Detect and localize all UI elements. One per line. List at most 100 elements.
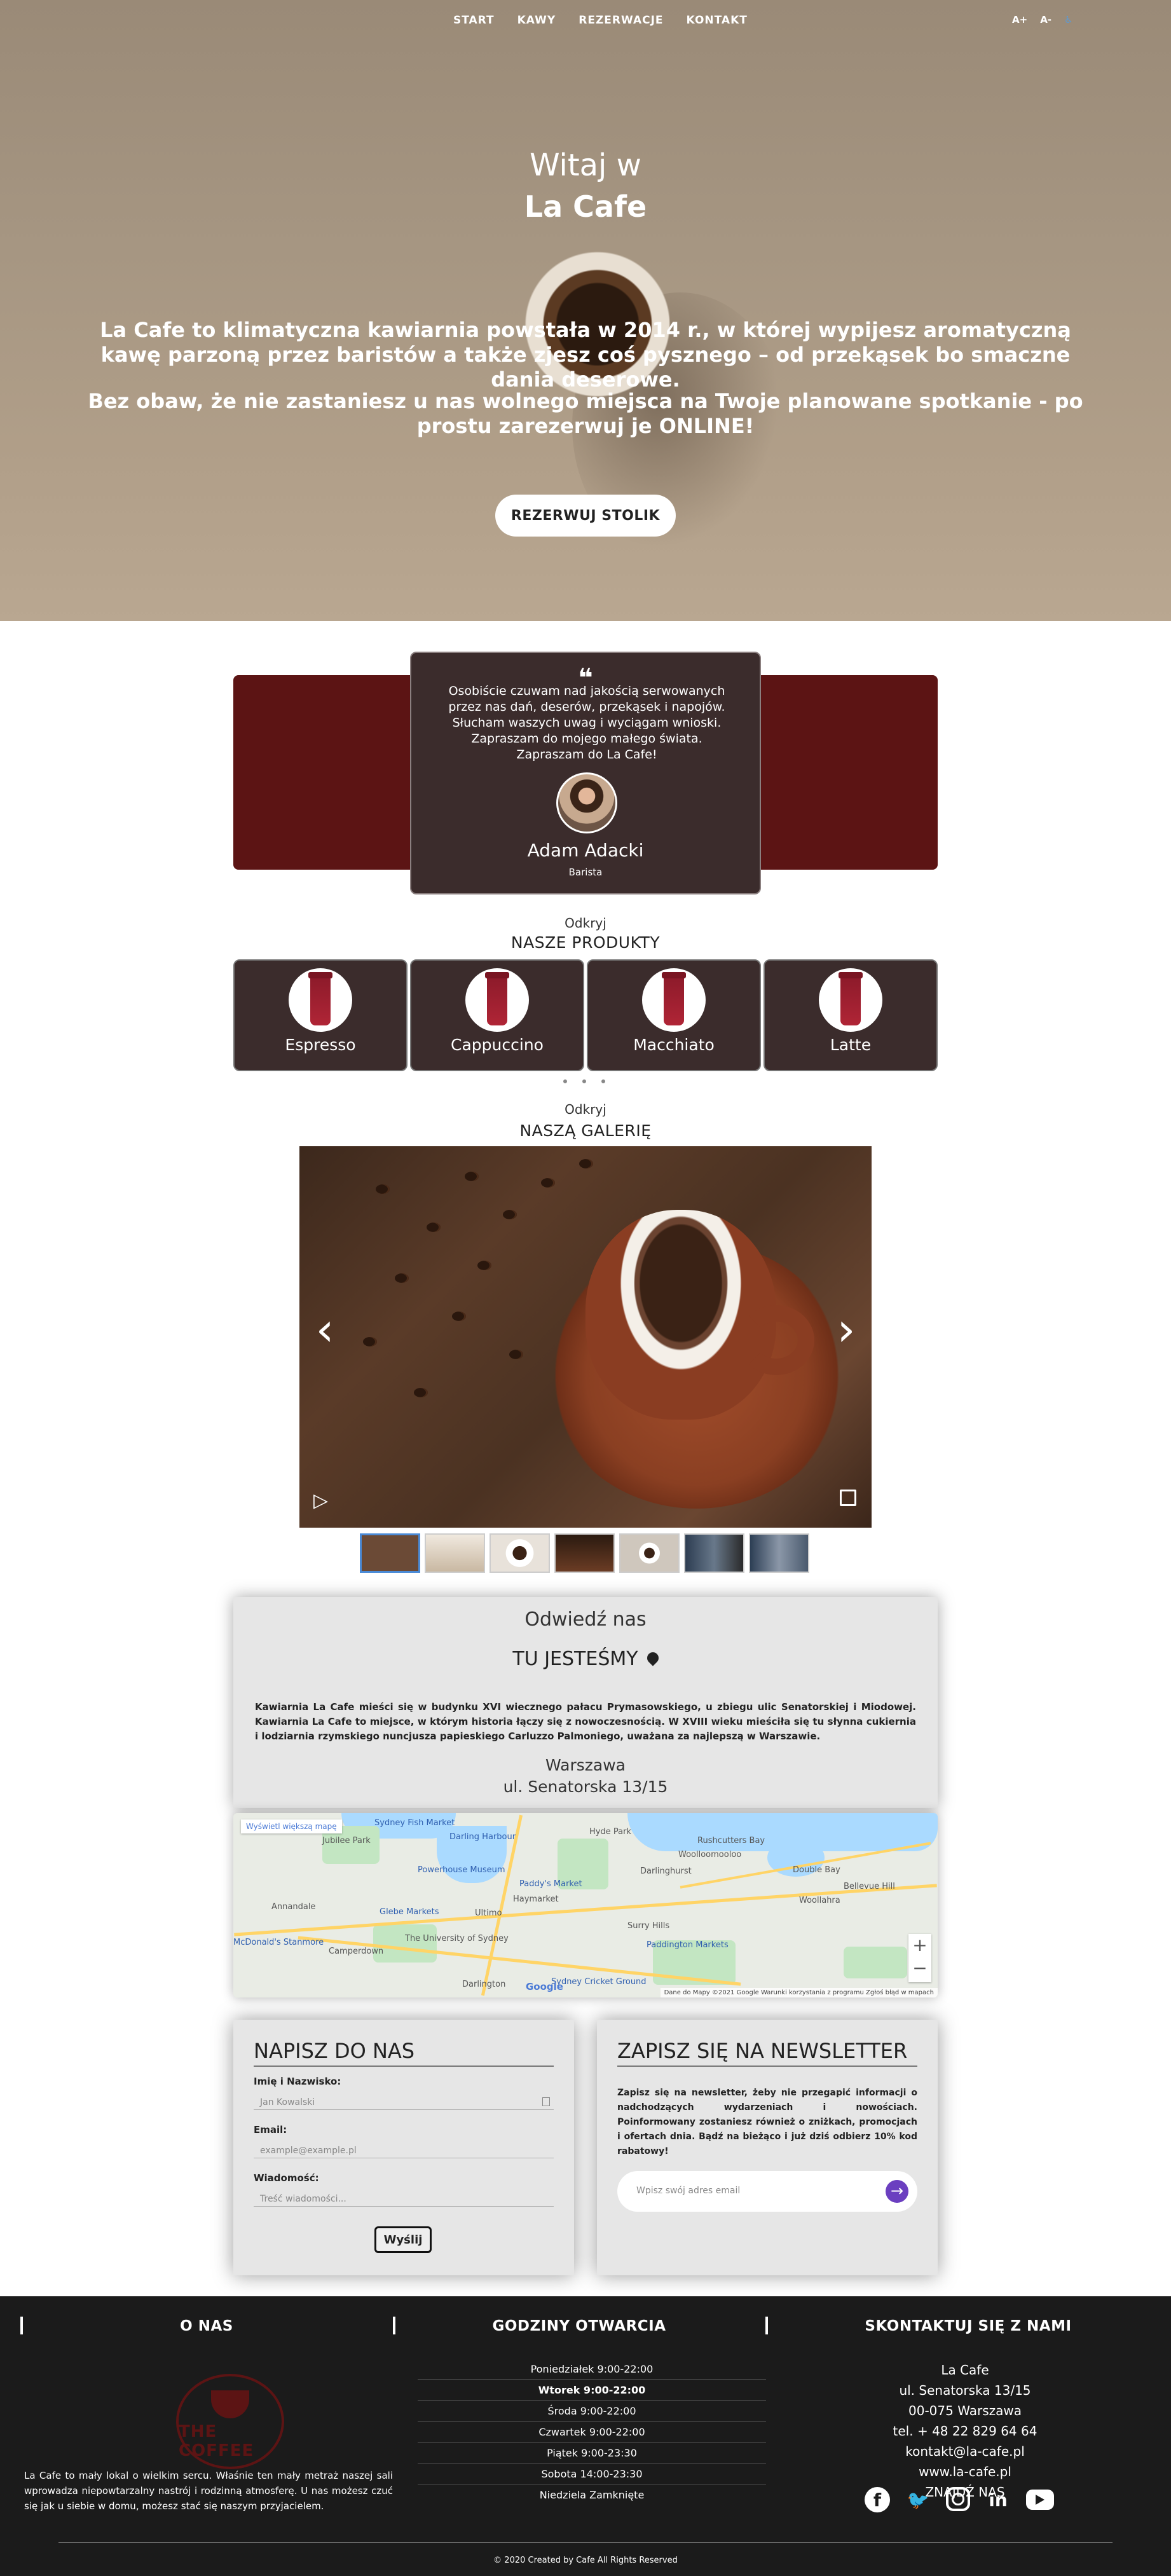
map-label: Woolloomooloo xyxy=(678,1850,742,1860)
coffee-bean xyxy=(395,1273,409,1283)
visit-subtitle-row: TU JESTEŚMY xyxy=(233,1648,938,1670)
map-zoom-out-button[interactable]: − xyxy=(908,1957,931,1980)
barista-avatar xyxy=(556,772,617,833)
gallery-next-icon[interactable]: › xyxy=(833,1306,859,1352)
testimonial-text: Osobiście czuwam nad jakością serwowanyc… xyxy=(448,684,725,762)
copyright: © 2020 Created by Cafe All Rights Reserv… xyxy=(493,2556,678,2565)
product-name: Cappuccino xyxy=(451,1036,544,1054)
hero-title-line2: La Cafe xyxy=(524,189,647,224)
hero-paragraph-2: Bez obaw, że nie zastaniesz u nas wolneg… xyxy=(88,389,1083,438)
product-card-espresso[interactable]: Espresso xyxy=(233,959,407,1071)
gallery-thumbnail[interactable] xyxy=(749,1533,809,1573)
gallery-play-icon[interactable]: ▷ xyxy=(313,1490,328,1512)
font-smaller-button[interactable]: A- xyxy=(1040,14,1051,25)
map-road xyxy=(234,1884,937,1936)
gallery-thumbnail[interactable] xyxy=(490,1533,550,1573)
map-zoom-controls: + − xyxy=(908,1934,931,1982)
gallery-thumbnail[interactable] xyxy=(554,1533,615,1573)
carousel-dots xyxy=(563,1079,605,1083)
youtube-icon[interactable] xyxy=(1026,2490,1054,2510)
newsletter-card: ZAPISZ SIĘ NA NEWSLETTER Zapisz się na n… xyxy=(597,2020,938,2275)
map-label: Darlinghurst xyxy=(640,1867,692,1876)
enlarge-map-link[interactable]: Wyświetl większą mapę xyxy=(241,1819,342,1833)
visit-title: Odwiedź nas xyxy=(524,1608,647,1631)
hours-row: Sobota 14:00-23:30 xyxy=(418,2463,766,2484)
facebook-icon[interactable]: f xyxy=(865,2487,890,2512)
linkedin-icon[interactable]: in xyxy=(985,2487,1011,2512)
coffee-bean xyxy=(427,1223,441,1232)
footer-hours-title: GODZINY OTWARCIA xyxy=(492,2318,666,2334)
top-navigation: START KAWY REZERWACJE KONTAKT A+ A- ♿ xyxy=(0,14,1171,33)
gallery-subtitle: Odkryj xyxy=(565,1102,606,1117)
nav-links: START KAWY REZERWACJE KONTAKT xyxy=(453,14,748,27)
visit-description: Kawiarnia La Cafe mieści się w budynku X… xyxy=(255,1701,916,1742)
testimonial-name: Adam Adacki xyxy=(527,840,644,861)
contact-phone[interactable]: tel. + 48 22 829 64 64 xyxy=(760,2421,1170,2441)
gallery-slideshow: ‹ › ▷ xyxy=(299,1146,872,1528)
arrow-right-icon[interactable]: → xyxy=(886,2180,908,2203)
message-input[interactable]: Treść wiadomości... xyxy=(254,2186,554,2207)
hours-row: Niedziela Zamknięte xyxy=(539,2489,645,2501)
coffee-bean xyxy=(452,1312,466,1321)
accessibility-icon[interactable]: ♿ xyxy=(1064,14,1072,25)
map-label: Haymarket xyxy=(513,1894,559,1904)
gallery-fullscreen-icon[interactable] xyxy=(840,1490,856,1506)
send-button[interactable]: Wyślij xyxy=(374,2226,432,2253)
testimonial-role: Barista xyxy=(568,867,603,878)
map-attribution[interactable]: Dane do Mapy ©2021 Google Warunki korzys… xyxy=(660,1988,938,1997)
instagram-icon[interactable] xyxy=(946,2487,970,2511)
product-name: Latte xyxy=(830,1036,872,1054)
name-input[interactable]: Jan Kowalski xyxy=(254,2090,554,2110)
map-park xyxy=(373,1924,437,1963)
contact-email[interactable]: kontakt@la-cafe.pl xyxy=(760,2441,1170,2462)
reserve-table-button[interactable]: REZERWUJ STOLIK xyxy=(495,495,676,537)
coffee-bean xyxy=(414,1388,428,1397)
product-cup-icon xyxy=(289,968,352,1032)
embedded-map[interactable]: Wyświetl większą mapę Sydney Fish Market… xyxy=(233,1813,938,1997)
hours-row: Piątek 9:00-23:30 xyxy=(418,2442,766,2463)
gallery-prev-icon[interactable]: ‹ xyxy=(312,1306,338,1352)
newsletter-email-input[interactable]: Wpisz swój adres email → xyxy=(617,2171,917,2212)
gallery-thumbnail[interactable] xyxy=(684,1533,744,1573)
map-label: Darling Harbour xyxy=(449,1832,516,1842)
coffee-bean xyxy=(509,1350,523,1359)
email-placeholder: example@example.pl xyxy=(260,2146,357,2156)
font-bigger-button[interactable]: A+ xyxy=(1012,14,1027,25)
footer-about-text: La Cafe to mały lokal o wielkim sercu. W… xyxy=(24,2470,393,2512)
message-placeholder: Treść wiadomości... xyxy=(260,2194,346,2204)
carousel-dot[interactable] xyxy=(582,1079,586,1083)
contact-form-card: NAPISZ DO NAS Imię i Nazwisko: Jan Kowal… xyxy=(233,2020,574,2275)
nav-link-kontakt[interactable]: KONTAKT xyxy=(687,14,748,27)
gallery-thumbnails xyxy=(360,1533,809,1573)
map-label: Annandale xyxy=(271,1902,316,1912)
map-label: Double Bay xyxy=(793,1865,840,1875)
nav-link-rezerwacje[interactable]: REZERWACJE xyxy=(579,14,663,27)
coffee-bean xyxy=(541,1178,555,1188)
email-input[interactable]: example@example.pl xyxy=(254,2138,554,2158)
products-carousel: Espresso Cappuccino Macchiato Latte xyxy=(233,959,938,1071)
product-card-macchiato[interactable]: Macchiato xyxy=(587,959,761,1071)
map-label: Sydney Fish Market xyxy=(374,1818,455,1828)
gallery-thumbnail[interactable] xyxy=(425,1533,485,1573)
product-card-latte[interactable]: Latte xyxy=(764,959,938,1071)
twitter-icon[interactable]: 🐦 xyxy=(905,2487,931,2512)
nav-link-kawy[interactable]: KAWY xyxy=(517,14,556,27)
products-title: NASZE PRODUKTY xyxy=(510,933,661,952)
map-zoom-in-button[interactable]: + xyxy=(908,1934,931,1957)
gallery-thumbnail[interactable] xyxy=(360,1533,420,1573)
contact-website[interactable]: www.la-cafe.pl xyxy=(760,2462,1170,2482)
nav-link-start[interactable]: START xyxy=(453,14,495,27)
map-label: Glebe Markets xyxy=(380,1907,439,1917)
product-card-cappuccino[interactable]: Cappuccino xyxy=(410,959,584,1071)
visit-us-card: Odwiedź nas TU JESTEŚMY Kawiarnia La Caf… xyxy=(233,1597,938,1808)
hours-row: Poniedziałek 9:00-22:00 xyxy=(418,2359,766,2380)
testimonial-card: ❝ Osobiście czuwam nad jakością serwowan… xyxy=(410,652,761,894)
carousel-dot[interactable] xyxy=(563,1079,567,1083)
product-cup-icon xyxy=(642,968,706,1032)
gallery-thumbnail[interactable] xyxy=(619,1533,680,1573)
carousel-dot[interactable] xyxy=(601,1079,605,1083)
gallery-title: NASZĄ GALERIĘ xyxy=(519,1121,652,1140)
hours-row: Środa 9:00-22:00 xyxy=(418,2401,766,2422)
map-label: McDonald's Stanmore xyxy=(233,1938,324,1947)
coffee-bean xyxy=(465,1172,479,1181)
